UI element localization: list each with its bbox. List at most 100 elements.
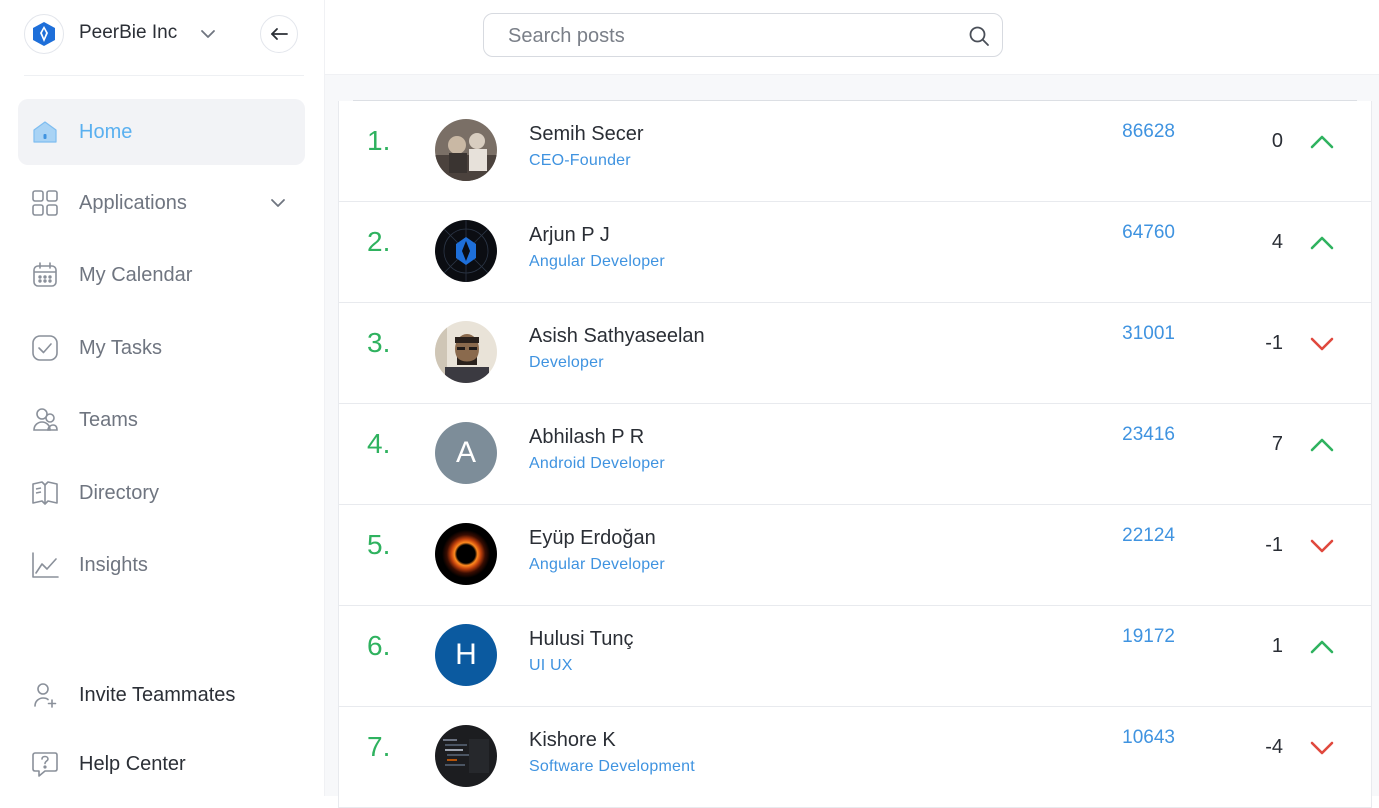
add-user-icon	[30, 680, 60, 710]
nav-label-teams: Teams	[79, 408, 138, 431]
nav-item-home[interactable]: Home	[18, 99, 305, 165]
help-chat-icon	[30, 749, 60, 779]
leaderboard-row[interactable]: 5. Eyüp Erdoğan Angular Developer 22124 -1	[338, 505, 1372, 606]
avatar[interactable]	[435, 725, 497, 787]
nav-item-help-center[interactable]: Help Center	[18, 731, 305, 797]
top-bar	[325, 0, 1379, 75]
sidebar: PeerBie Inc Home Applications My Calenda…	[0, 0, 325, 796]
score-value[interactable]: 31001	[1075, 323, 1175, 345]
avatar-letter: H	[455, 638, 477, 671]
trend-down-icon	[1310, 539, 1334, 553]
avatar[interactable]	[435, 523, 497, 585]
nav-item-insights[interactable]: Insights	[18, 532, 305, 598]
chevron-down-icon[interactable]	[268, 193, 288, 213]
member-name[interactable]: Hulusi Tunç	[529, 628, 634, 651]
nav-label-my-calendar: My Calendar	[79, 263, 193, 286]
rank-number: 2.	[367, 226, 391, 257]
org-logo-icon	[24, 14, 64, 54]
rank-change-value: -1	[1265, 332, 1283, 354]
nav-label-invite-teammates: Invite Teammates	[79, 683, 236, 706]
leaderboard-row[interactable]: 7. Kishore K Software Development 10643 -4	[338, 707, 1372, 808]
avatar-letter: A	[455, 436, 476, 469]
chart-line-icon	[30, 550, 60, 580]
nav-item-directory[interactable]: Directory	[18, 460, 305, 526]
rank-number: 3.	[367, 327, 391, 358]
rank-change-value: 1	[1271, 635, 1283, 657]
search-input[interactable]	[508, 23, 948, 49]
trend-up-icon	[1310, 438, 1334, 452]
nav-label-my-tasks: My Tasks	[79, 336, 162, 359]
score-value[interactable]: 86628	[1075, 121, 1175, 143]
nav-label-directory: Directory	[79, 481, 160, 504]
nav-item-applications[interactable]: Applications	[18, 170, 305, 236]
grid-icon	[30, 188, 60, 218]
task-check-icon	[30, 333, 60, 363]
score-value[interactable]: 23416	[1075, 424, 1175, 446]
nav-label-home: Home	[79, 120, 133, 143]
arrow-left-icon	[271, 28, 288, 40]
member-name[interactable]: Abhilash P R	[529, 426, 644, 449]
score-value[interactable]: 64760	[1075, 222, 1175, 244]
member-name[interactable]: Asish Sathyaseelan	[529, 325, 705, 348]
rank-change-value: 0	[1271, 130, 1283, 152]
search-box[interactable]	[483, 13, 1003, 57]
nav-label-help-center: Help Center	[79, 752, 186, 775]
nav-item-my-calendar[interactable]: My Calendar	[18, 242, 305, 308]
collapse-sidebar-button[interactable]	[260, 15, 298, 53]
leaderboard-row[interactable]: 2. Arjun P J Angular Developer 64760 4	[338, 202, 1372, 303]
member-name[interactable]: Kishore K	[529, 729, 616, 752]
sidebar-divider	[24, 75, 304, 76]
book-icon	[30, 478, 60, 508]
leaderboard-list: 1. Semih Secer CEO-Founder 86628 0 2. Arjun P …	[338, 101, 1372, 808]
avatar[interactable]	[435, 321, 497, 383]
nav-item-my-tasks[interactable]: My Tasks	[18, 315, 305, 381]
member-role: Developer	[529, 354, 604, 371]
nav-item-teams[interactable]: Teams	[18, 387, 305, 453]
org-name: PeerBie Inc	[79, 22, 178, 43]
trend-up-icon	[1310, 640, 1334, 654]
home-icon	[30, 117, 60, 147]
rank-number: 4.	[367, 428, 391, 459]
trend-up-icon	[1310, 135, 1334, 149]
leaderboard-row[interactable]: 4. A Abhilash P R Android Developer 23416 7	[338, 404, 1372, 505]
chevron-down-icon[interactable]	[198, 24, 218, 44]
member-name[interactable]: Eyüp Erdoğan	[529, 527, 656, 550]
score-value[interactable]: 19172	[1075, 626, 1175, 648]
avatar[interactable]	[435, 220, 497, 282]
search-icon[interactable]	[968, 25, 990, 47]
nav-label-applications: Applications	[79, 191, 187, 214]
member-role: UI UX	[529, 657, 573, 674]
rank-number: 6.	[367, 630, 391, 661]
rank-number: 7.	[367, 731, 391, 762]
main-content: 1. Semih Secer CEO-Founder 86628 0 2. Arjun P …	[325, 75, 1379, 808]
nav-item-invite-teammates[interactable]: Invite Teammates	[18, 662, 305, 728]
trend-down-icon	[1310, 337, 1334, 351]
nav-label-insights: Insights	[79, 553, 148, 576]
member-name[interactable]: Arjun P J	[529, 224, 610, 247]
rank-number: 5.	[367, 529, 391, 560]
rank-change-value: 7	[1271, 433, 1283, 455]
member-role: Software Development	[529, 758, 695, 775]
calendar-icon	[30, 260, 60, 290]
avatar[interactable]: A	[435, 422, 497, 484]
leaderboard-row[interactable]: 6. H Hulusi Tunç UI UX 19172 1	[338, 606, 1372, 707]
rank-change-value: -4	[1265, 736, 1283, 758]
team-icon	[30, 405, 60, 435]
member-role: Angular Developer	[529, 556, 665, 573]
avatar[interactable]	[435, 119, 497, 181]
trend-down-icon	[1310, 741, 1334, 755]
rank-change-value: -1	[1265, 534, 1283, 556]
leaderboard-row[interactable]: 1. Semih Secer CEO-Founder 86628 0	[338, 101, 1372, 202]
member-role: Android Developer	[529, 455, 665, 472]
score-value[interactable]: 22124	[1075, 525, 1175, 547]
rank-number: 1.	[367, 125, 391, 156]
member-role: Angular Developer	[529, 253, 665, 270]
member-role: CEO-Founder	[529, 152, 631, 169]
leaderboard-row[interactable]: 3. Asish Sathyaseelan Developer 31001 -1	[338, 303, 1372, 404]
member-name[interactable]: Semih Secer	[529, 123, 644, 146]
avatar[interactable]: H	[435, 624, 497, 686]
trend-up-icon	[1310, 236, 1334, 250]
org-switcher[interactable]: PeerBie Inc	[24, 14, 300, 54]
rank-change-value: 4	[1271, 231, 1283, 253]
score-value[interactable]: 10643	[1075, 727, 1175, 749]
